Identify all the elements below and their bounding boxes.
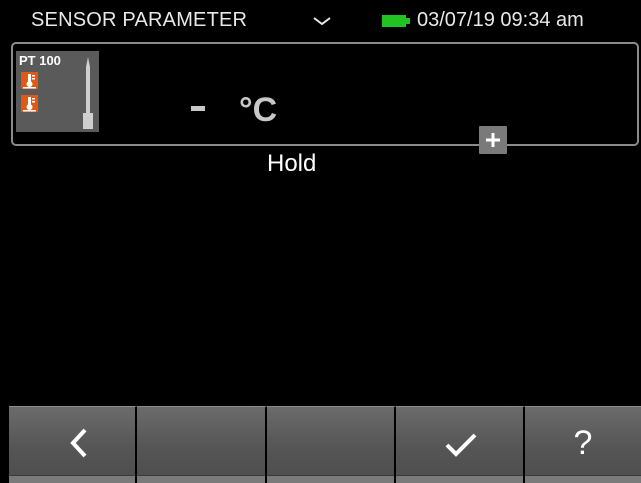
measurement-value <box>191 106 205 111</box>
plus-icon <box>486 133 500 147</box>
back-button[interactable] <box>9 406 137 483</box>
sensor-panel[interactable]: PT 100 °C Hold <box>11 42 639 176</box>
thermometer-icon <box>21 72 38 89</box>
battery-full-icon <box>382 15 410 27</box>
chevron-down-icon[interactable] <box>313 17 331 25</box>
help-icon: ? <box>573 424 593 462</box>
probe-type-label: PT 100 <box>19 53 61 68</box>
softkey-3[interactable] <box>267 406 396 483</box>
back-icon <box>70 428 87 458</box>
hold-status: Hold <box>267 150 317 177</box>
softkey-2[interactable] <box>137 406 267 483</box>
check-icon <box>445 433 477 457</box>
status-bar: SENSOR PARAMETER 03/07/19 09:34 am <box>0 0 641 40</box>
help-button[interactable]: ? <box>525 406 641 483</box>
probe-tile[interactable]: PT 100 <box>16 51 99 132</box>
confirm-button[interactable] <box>396 406 525 483</box>
probe-icon <box>83 57 93 129</box>
screen-title: SENSOR PARAMETER <box>31 9 248 31</box>
thermometer-icon <box>21 95 38 112</box>
datetime: 03/07/19 09:34 am <box>417 9 584 31</box>
add-button[interactable] <box>479 126 507 154</box>
unit-label: °C <box>239 91 278 129</box>
